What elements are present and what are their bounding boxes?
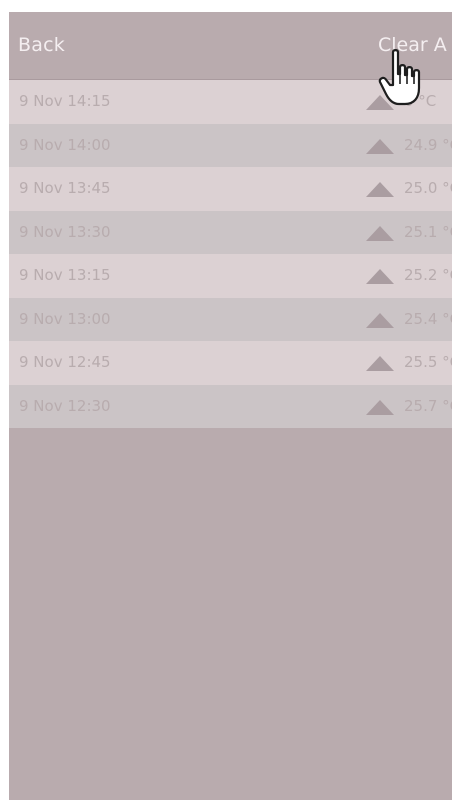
row-temperature: 25.5 °C	[404, 353, 452, 371]
row-timestamp: 9 Nov 13:45	[19, 179, 111, 197]
row-timestamp: 9 Nov 14:15	[19, 92, 111, 110]
triangle-up-icon	[366, 399, 394, 415]
list-item[interactable]: 9 Nov 13:45 25.0 °C	[9, 167, 452, 211]
triangle-up-icon	[366, 182, 394, 197]
row-timestamp: 9 Nov 14:00	[19, 135, 111, 154]
row-timestamp: 9 Nov 13:15	[19, 266, 111, 284]
triangle-up-icon	[366, 356, 394, 371]
row-temperature: 24.9 °C	[404, 135, 452, 154]
list-item[interactable]: 9 Nov 13:30 25.1 °C	[9, 210, 452, 254]
triangle-up-icon	[366, 138, 394, 154]
hand-pointer-icon	[378, 49, 421, 106]
list-item[interactable]: 9 Nov 12:30 25.7 °C	[9, 384, 452, 428]
back-button[interactable]: Back	[18, 34, 65, 56]
list-item[interactable]: 9 Nov 14:00 24.9 °C	[9, 123, 452, 167]
row-timestamp: 9 Nov 13:30	[19, 222, 111, 241]
row-temperature: 25.4 °C	[404, 309, 452, 328]
list-item[interactable]: 9 Nov 13:15 25.2 °C	[9, 254, 452, 298]
row-timestamp: 9 Nov 13:00	[19, 309, 111, 328]
list-item[interactable]: 9 Nov 12:45 25.5 °C	[9, 341, 452, 385]
app-screen: Back Clear A 9 Nov 14:15 0 °C 9 Nov 14:0…	[9, 12, 452, 800]
row-temperature: 25.7 °C	[404, 396, 452, 415]
row-timestamp: 9 Nov 12:30	[19, 396, 111, 415]
history-list: 9 Nov 14:15 0 °C 9 Nov 14:00 24.9 °C 9 N…	[9, 80, 452, 428]
triangle-up-icon	[366, 269, 394, 284]
row-temperature: 25.1 °C	[404, 222, 452, 241]
triangle-up-icon	[366, 312, 394, 328]
row-temperature: 25.0 °C	[404, 179, 452, 197]
row-timestamp: 9 Nov 12:45	[19, 353, 111, 371]
triangle-up-icon	[366, 225, 394, 241]
list-item[interactable]: 9 Nov 13:00 25.4 °C	[9, 297, 452, 341]
row-temperature: 25.2 °C	[404, 266, 452, 284]
